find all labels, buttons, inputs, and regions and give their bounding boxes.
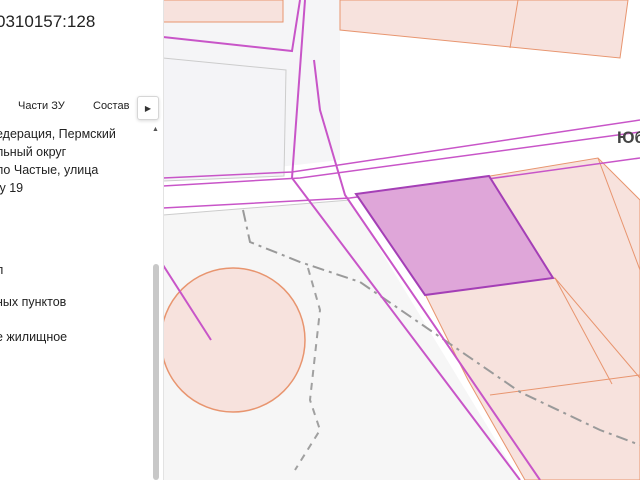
scroll-thumb[interactable] bbox=[153, 264, 159, 480]
address-line-3: ло Частые, улица bbox=[0, 163, 99, 177]
tab-bar: Части ЗУ Состав ▶ bbox=[0, 96, 163, 120]
info-panel: 0310157:128 Части ЗУ Состав ▶ едерация, … bbox=[0, 0, 164, 480]
partial-value: л bbox=[0, 262, 3, 278]
address-line-4: /у 19 bbox=[0, 181, 24, 195]
circular-zone[interactable] bbox=[163, 267, 306, 413]
panel-scrollbar[interactable]: ▲ bbox=[151, 124, 161, 480]
tabs-next-button[interactable]: ▶ bbox=[137, 96, 159, 120]
quarter-block bbox=[163, 57, 287, 182]
address-line-1: едерация, Пермский bbox=[0, 127, 116, 141]
address-line-2: льный округ bbox=[0, 145, 67, 159]
street-label: Юб bbox=[617, 128, 640, 147]
land-category: ных пунктов bbox=[0, 295, 67, 309]
cadastral-map[interactable] bbox=[163, 0, 640, 480]
parcel-details: едерация, Пермский льный округ ло Частые… bbox=[0, 124, 150, 480]
tab-composition[interactable]: Состав bbox=[93, 100, 129, 112]
parcel-top-left[interactable] bbox=[163, 0, 284, 23]
triangle-up-icon[interactable]: ▲ bbox=[152, 126, 159, 133]
chevron-right-icon: ▶ bbox=[144, 103, 152, 113]
tab-parts[interactable]: Части ЗУ bbox=[18, 100, 65, 112]
cadastral-number: 0310157:128 bbox=[0, 12, 96, 31]
permitted-use: е жилищное bbox=[0, 330, 68, 344]
